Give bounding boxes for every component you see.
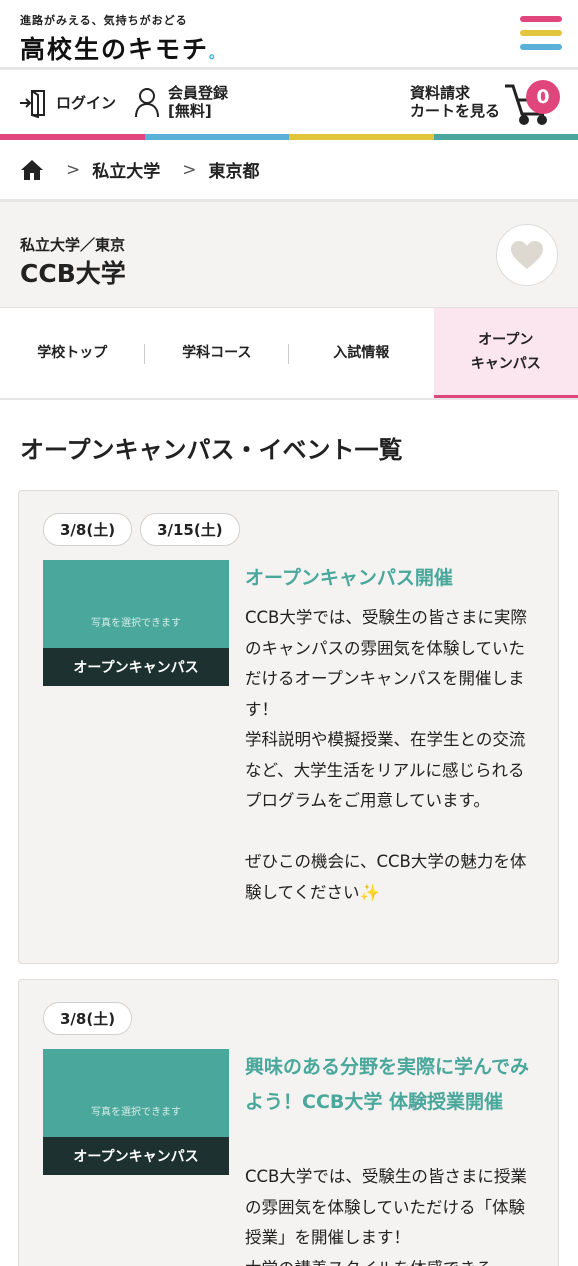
date-badge: 3/15(土) bbox=[140, 513, 240, 546]
tab-departments[interactable]: 学科コース bbox=[145, 308, 290, 398]
tab-admissions[interactable]: 入試情報 bbox=[289, 308, 434, 398]
event-description: CCB大学では、受験生の皆さまに授業の雰囲気を体験していただける「体験授業」を開… bbox=[245, 1167, 527, 1266]
site-logo[interactable]: 進路がみえる、気持ちがおどる 高校生のキモチ。 bbox=[20, 12, 225, 66]
event-photo: 写真を選択できます オープンキャンパス bbox=[43, 560, 229, 686]
school-header: 私立大学／東京 CCB大学 bbox=[0, 202, 578, 308]
section-title: オープンキャンパス・イベント一覧 bbox=[20, 436, 403, 464]
login-door-icon bbox=[20, 90, 45, 118]
heart-icon bbox=[511, 241, 543, 269]
cart-button[interactable]: 0 bbox=[504, 80, 560, 126]
date-badge: 3/8(土) bbox=[43, 513, 133, 546]
breadcrumb-tokyo[interactable]: 東京都 bbox=[209, 157, 260, 182]
tab-label: オープン bbox=[478, 331, 534, 348]
date-badge: 3/8(土) bbox=[43, 1002, 133, 1035]
event-card[interactable]: 3/8(土) 3/15(土) 写真を選択できます オープンキャンパス オープンキ… bbox=[18, 490, 559, 964]
breadcrumb: > 私立大学 > 東京都 bbox=[0, 140, 578, 202]
event-title[interactable]: 興味のある分野を実際に学んでみよう！CCB大学 体験授業開催 bbox=[245, 1050, 534, 1120]
request-label: 資料請求 bbox=[409, 84, 470, 102]
logo-tagline: 進路がみえる、気持ちがおどる bbox=[20, 14, 188, 27]
home-icon[interactable] bbox=[20, 159, 44, 181]
event-dates: 3/8(土) 3/15(土) bbox=[43, 513, 240, 546]
school-tabs: 学校トップ 学科コース 入試情報 オープンキャンパス bbox=[0, 308, 578, 400]
photo-placeholder-text: 写真を選択できます bbox=[91, 618, 181, 629]
login-label: ログイン bbox=[56, 94, 117, 112]
login-link[interactable]: ログイン bbox=[18, 88, 116, 118]
favorite-button[interactable] bbox=[496, 224, 558, 286]
color-stripe bbox=[0, 134, 578, 140]
tab-label: キャンパス bbox=[470, 355, 541, 372]
photo-category-label: オープンキャンパス bbox=[43, 648, 229, 686]
photo-placeholder-text: 写真を選択できます bbox=[91, 1107, 181, 1118]
tab-school-top[interactable]: 学校トップ bbox=[0, 308, 145, 398]
register-link[interactable]: 会員登録 [無料] bbox=[134, 84, 228, 120]
school-category: 私立大学／東京 bbox=[20, 236, 126, 254]
logo-text: 高校生のキモチ。 bbox=[20, 35, 226, 64]
utility-bar: ログイン 会員登録 [無料] 資料請求 カートを見る 0 bbox=[0, 70, 578, 134]
school-name: CCB大学 bbox=[20, 259, 126, 288]
event-description: CCB大学では、受験生の皆さまに実際のキャンパスの雰囲気を体験していただけるオー… bbox=[245, 608, 527, 902]
view-cart-label: カートを見る bbox=[409, 102, 500, 120]
cart-count-badge: 0 bbox=[526, 80, 560, 114]
event-card[interactable]: 3/8(土) 写真を選択できます オープンキャンパス 興味のある分野を実際に学ん… bbox=[18, 979, 559, 1266]
menu-icon[interactable] bbox=[520, 16, 562, 54]
user-icon bbox=[135, 88, 159, 118]
register-free-label: [無料] bbox=[168, 102, 212, 120]
register-label: 会員登録 bbox=[168, 84, 229, 102]
event-title[interactable]: オープンキャンパス開催 bbox=[245, 561, 534, 596]
event-dates: 3/8(土) bbox=[43, 1002, 133, 1035]
photo-category-label: オープンキャンパス bbox=[43, 1137, 229, 1175]
event-photo: 写真を選択できます オープンキャンパス bbox=[43, 1049, 229, 1175]
site-header: 進路がみえる、気持ちがおどる 高校生のキモチ。 bbox=[0, 0, 578, 70]
chevron-right-icon: > bbox=[182, 159, 197, 180]
chevron-right-icon: > bbox=[66, 159, 81, 180]
breadcrumb-private-university[interactable]: 私立大学 bbox=[92, 157, 160, 182]
request-cart-link[interactable]: 資料請求 カートを見る bbox=[410, 84, 500, 120]
tab-open-campus[interactable]: オープン キャンパス bbox=[433, 308, 578, 398]
